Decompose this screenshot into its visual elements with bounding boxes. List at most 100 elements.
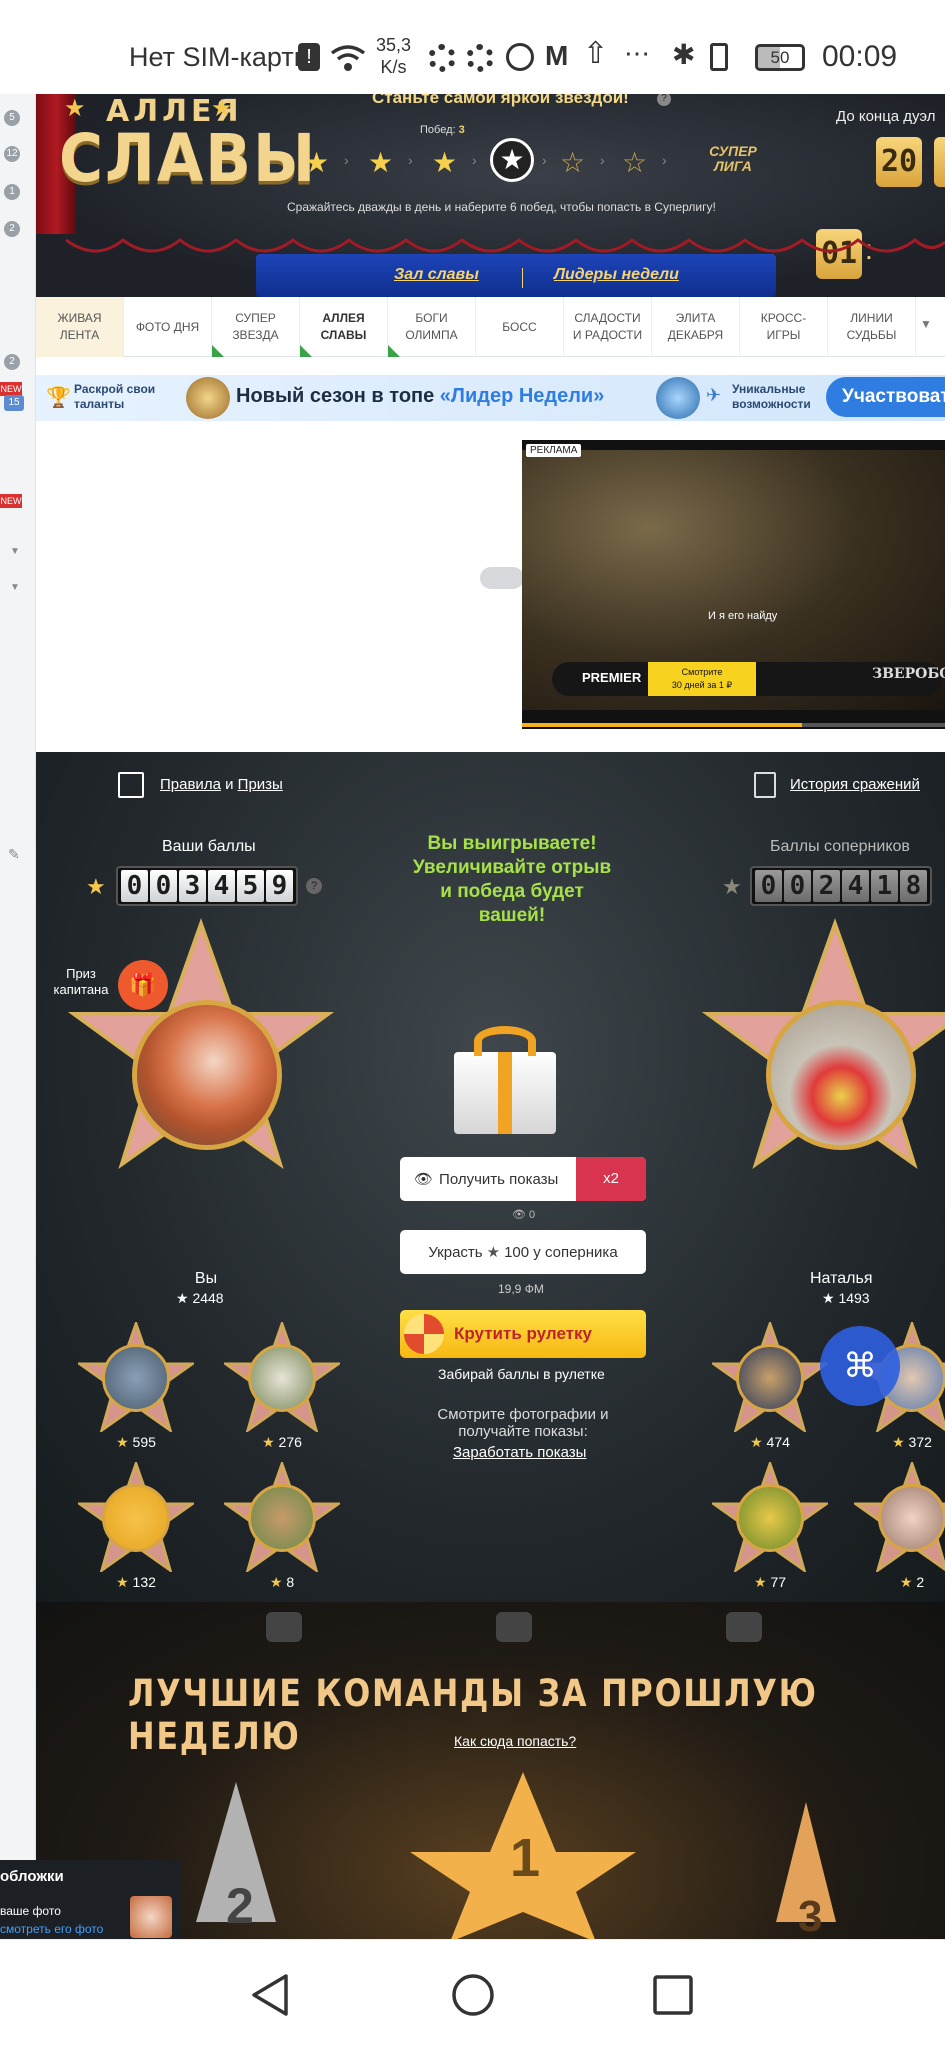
tab-item[interactable]: ЭЛИТА ДЕКАБРЯ: [652, 297, 740, 357]
tab-item[interactable]: СЛАДОСТИ И РАДОСТИ: [564, 297, 652, 357]
team-member-avatar[interactable]: [248, 1344, 316, 1412]
dropdown-arrow-icon[interactable]: ▼: [10, 582, 20, 593]
counter-digit: 0: [150, 870, 177, 902]
history-link[interactable]: История сражений: [790, 776, 920, 793]
duel-section: Правила и Призы История сражений Ваши ба…: [36, 752, 945, 1668]
steal-button[interactable]: Украсть ★ 100 у соперника: [400, 1230, 646, 1274]
captain-prize-label: Приз капитана: [53, 966, 109, 997]
star-icon: ★: [116, 1434, 133, 1450]
earn-views-link[interactable]: Заработать показы: [453, 1444, 586, 1461]
tab-item[interactable]: СУПЕР ЗВЕЗДА: [212, 297, 300, 357]
captain-prize-gift-icon[interactable]: 🎁: [118, 960, 168, 1010]
promo-banner[interactable]: 🏆 Раскрой свои таланты Новый сезон в топ…: [36, 375, 945, 421]
team-member-points: ★ 8: [254, 1574, 310, 1591]
hall-of-fame-link[interactable]: Зал славы: [394, 266, 479, 284]
rules-link[interactable]: Правила: [160, 776, 221, 793]
net-speed: 35,3 K/s: [376, 34, 411, 78]
participate-button[interactable]: Участвоват: [826, 377, 945, 417]
opp-points-value: 1493: [838, 1290, 870, 1306]
star-icon: ★: [899, 1574, 917, 1590]
counter-badge[interactable]: 15: [4, 395, 24, 411]
tab-label: ЖИВАЯ ЛЕНТА: [57, 311, 102, 342]
offer-line1: Смотрите: [681, 667, 723, 677]
star-icon: ★: [116, 1574, 133, 1590]
won-star-icon: ★: [432, 147, 458, 178]
video-ad[interactable]: РЕКЛАМА И я его найду PREMIER Смотрите 3…: [522, 440, 945, 729]
help-icon[interactable]: ?: [657, 94, 671, 106]
team-member-card[interactable]: ★ 2: [851, 1459, 945, 1590]
opp-points: ★ 1493: [822, 1290, 870, 1306]
star-icon: ★: [269, 1574, 287, 1590]
spin-roulette-button[interactable]: Крутить рулетку: [400, 1310, 646, 1358]
team-member-card[interactable]: ★ 8: [221, 1459, 343, 1590]
steal-price: 19,9 ФМ: [498, 1282, 544, 1296]
spotlight-icon: [266, 1612, 302, 1642]
tabs-more-icon[interactable]: ▼: [920, 317, 932, 331]
tab-item[interactable]: ЖИВАЯ ЛЕНТА: [36, 297, 124, 357]
how-to-get-link[interactable]: Как сюда попасть?: [454, 1733, 576, 1749]
popup-link[interactable]: смотреть его фото: [0, 1922, 103, 1936]
apps-fab-icon[interactable]: ⌘: [820, 1326, 900, 1406]
history-icon: [754, 772, 776, 798]
team-member-avatar[interactable]: [102, 1344, 170, 1412]
arrow-icon: ›: [344, 152, 349, 168]
get-views-button[interactable]: 👁 Получить показы x2: [400, 1157, 646, 1201]
prizes-link[interactable]: Призы: [238, 776, 283, 793]
views-count-value: 0: [529, 1209, 536, 1221]
counter-digit: 8: [900, 870, 927, 902]
ad-progress: [522, 723, 945, 727]
tab-item[interactable]: ЛИНИИ СУДЬБЫ: [828, 297, 916, 357]
counter-digit: 5: [237, 870, 264, 902]
tab-item[interactable]: БОГИ ОЛИМПА: [388, 297, 476, 357]
team-member-avatar[interactable]: [248, 1484, 316, 1552]
tab-item[interactable]: БОСС: [476, 297, 564, 357]
help-icon[interactable]: ?: [306, 878, 322, 894]
counter-badge[interactable]: 5: [4, 110, 20, 126]
ribbon-divider: [522, 268, 523, 288]
team-member-card[interactable]: ★ 276: [221, 1319, 343, 1450]
my-avatar[interactable]: [132, 1000, 282, 1150]
home-icon[interactable]: [450, 1972, 496, 2018]
gift-outline-icon: [118, 772, 144, 798]
star-icon: ★: [64, 95, 86, 122]
team-member-card[interactable]: ★ 595: [75, 1319, 197, 1450]
team-member-avatar[interactable]: [102, 1484, 170, 1552]
games-tabs: ЖИВАЯ ЛЕНТА ФОТО ДНЯ СУПЕР ЗВЕЗДА АЛЛЕЯ СЛА…: [36, 297, 945, 357]
tab-label: АЛЛЕЯ СЛАВЫ: [320, 311, 367, 342]
tab-label: СЛАДОСТИ И РАДОСТИ: [572, 311, 643, 342]
team-member-avatar[interactable]: [878, 1484, 945, 1552]
tab-item[interactable]: АЛЛЕЯ СЛАВЫ: [300, 297, 388, 357]
leaders-week-link[interactable]: Лидеры недели: [554, 266, 679, 284]
arrow-icon: ›: [600, 152, 605, 168]
main-content: Станьте самой яркой звездой! ? АЛЛЕЯ ★ ★…: [36, 94, 945, 1939]
banner-right-text: Уникальные возможности: [732, 382, 811, 411]
emblem-icon: [656, 377, 700, 419]
views-count: 👁 0: [512, 1209, 536, 1221]
edit-icon[interactable]: ✎: [8, 846, 20, 863]
notification-popup[interactable]: обложки ваше фото смотреть его фото: [0, 1860, 182, 1940]
recents-icon[interactable]: [652, 1974, 694, 2016]
won-star-icon: ★: [304, 147, 330, 178]
team-member-card[interactable]: ★ 132: [75, 1459, 197, 1590]
timer-seconds: 0: [934, 137, 945, 187]
tab-item[interactable]: КРОСС-ИГРЫ: [740, 297, 828, 357]
counter-badge[interactable]: 12: [4, 146, 20, 162]
counter-badge[interactable]: 2: [4, 221, 20, 237]
opp-avatar[interactable]: [766, 1000, 916, 1150]
gold-star-icon: ★: [86, 874, 106, 899]
team-member-avatar[interactable]: [736, 1484, 804, 1552]
team-member-card[interactable]: ★ 77: [709, 1459, 831, 1590]
counter-badge[interactable]: 1: [4, 184, 20, 200]
team-member-avatar[interactable]: [736, 1344, 804, 1412]
team-member-card[interactable]: ★ 474: [709, 1319, 831, 1450]
points-value: 474: [766, 1434, 790, 1450]
cloud-icon: [480, 567, 524, 589]
ribbon-banner: [256, 254, 776, 297]
sim-alert-icon: !: [298, 43, 320, 71]
back-icon[interactable]: [248, 1972, 292, 2018]
tab-item[interactable]: ФОТО ДНЯ: [124, 297, 212, 357]
clock: 00:09: [822, 40, 898, 73]
counter-badge[interactable]: 2: [4, 354, 20, 370]
star-icon: ★: [753, 1574, 771, 1590]
dropdown-arrow-icon[interactable]: ▼: [10, 546, 20, 557]
